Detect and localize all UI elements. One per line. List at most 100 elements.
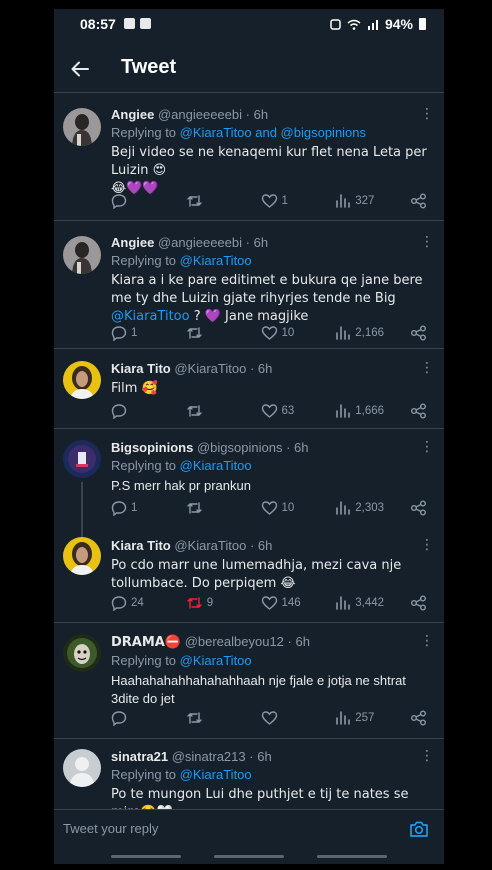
replying-label: Replying to — [111, 653, 177, 668]
views-count: 2,303 — [355, 502, 385, 514]
retweet-button[interactable] — [186, 325, 252, 341]
share-button[interactable] — [410, 595, 428, 611]
avatar[interactable] — [63, 108, 101, 146]
replying-to: Replying to @KiaraTitoo and @bigsopinion… — [111, 124, 432, 141]
retweet-button[interactable]: 9 — [186, 595, 252, 611]
reply-button[interactable] — [111, 193, 177, 209]
views-count: 3,442 — [355, 597, 385, 609]
nav-home-bar[interactable] — [213, 855, 284, 858]
more-button[interactable]: ⋮ — [420, 536, 434, 552]
share-button[interactable] — [410, 193, 428, 209]
retweet-icon — [187, 405, 202, 417]
system-nav-bar — [54, 849, 444, 864]
like-button[interactable] — [261, 710, 327, 726]
tweet-item[interactable]: Kiara Tito @KiaraTitoo · 6h Film 🥰 ⋮ 63 … — [54, 349, 444, 429]
views-button[interactable]: 257 — [335, 710, 401, 726]
tweet-item[interactable]: Angiee @angieeeeebi · 6h Replying to @Ki… — [54, 221, 444, 349]
retweet-button[interactable] — [186, 403, 252, 419]
author-handle: @bigsopinions — [196, 440, 283, 455]
author-name[interactable]: Kiara Tito — [111, 538, 171, 553]
tweet-item[interactable]: Bigsopinions @bigsopinions · 6h Replying… — [54, 429, 444, 540]
retweet-button[interactable] — [186, 500, 252, 516]
reply-button[interactable] — [111, 710, 177, 726]
reply-mention[interactable]: @KiaraTitoo — [180, 653, 252, 668]
share-button[interactable] — [410, 710, 428, 726]
share-button[interactable] — [410, 325, 428, 341]
views-icon — [336, 501, 351, 515]
avatar[interactable] — [63, 634, 101, 672]
more-button[interactable]: ⋮ — [420, 632, 434, 648]
views-button[interactable]: 1,666 — [335, 403, 401, 419]
share-icon — [411, 710, 426, 726]
reply-button[interactable]: 1 — [111, 325, 177, 341]
more-button[interactable]: ⋮ — [420, 359, 434, 375]
camera-button[interactable] — [408, 818, 430, 840]
tweet-time: 6h — [253, 235, 269, 250]
author-name[interactable]: DRAMA⛔ — [111, 635, 181, 650]
views-button[interactable]: 2,166 — [335, 325, 401, 341]
replying-to: Replying to @KiaraTitoo — [111, 457, 432, 474]
reply-mention[interactable]: @KiaraTitoo and @bigsopinions — [180, 125, 366, 140]
retweet-button[interactable] — [186, 193, 252, 209]
reply-button[interactable]: 24 — [111, 595, 177, 611]
like-button[interactable]: 146 — [261, 595, 327, 611]
author-name[interactable]: Kiara Tito — [111, 361, 171, 376]
reply-button[interactable]: 1 — [111, 500, 177, 516]
author-name[interactable]: Angiee — [111, 235, 154, 250]
tweet-item[interactable]: sinatra21 @sinatra213 · 6h Replying to @… — [54, 739, 444, 820]
replying-to: Replying to @KiaraTitoo — [111, 252, 432, 269]
author-name[interactable]: Angiee — [111, 107, 154, 122]
share-button[interactable] — [410, 500, 428, 516]
reply-button[interactable] — [111, 403, 177, 419]
views-button[interactable]: 3,442 — [335, 595, 401, 611]
tweet-item[interactable]: DRAMA⛔ @berealbeyou12 · 6h Replying to @… — [54, 623, 444, 739]
more-icon: ⋮ — [420, 359, 434, 375]
tweet-item[interactable]: Kiara Tito @KiaraTitoo · 6h Po cdo marr … — [54, 527, 444, 623]
avatar[interactable] — [63, 537, 101, 575]
reply-icon — [111, 326, 127, 341]
tweet-actions: 1 10 2,166 — [111, 322, 428, 344]
more-button[interactable]: ⋮ — [420, 747, 434, 763]
share-icon — [411, 595, 426, 611]
views-icon — [336, 404, 351, 418]
more-button[interactable]: ⋮ — [420, 233, 434, 249]
nav-back-bar[interactable] — [317, 855, 388, 858]
avatar[interactable] — [63, 749, 101, 787]
reply-icon — [111, 194, 127, 209]
like-button[interactable]: 1 — [261, 193, 327, 209]
author-name[interactable]: Bigsopinions — [111, 440, 193, 455]
more-icon: ⋮ — [420, 536, 434, 552]
header: Tweet — [54, 47, 444, 93]
avatar[interactable] — [63, 361, 101, 399]
views-button[interactable]: 2,303 — [335, 500, 401, 516]
avatar[interactable] — [63, 236, 101, 274]
like-button[interactable]: 10 — [261, 500, 327, 516]
reply-count: 1 — [131, 502, 138, 514]
retweet-icon — [187, 712, 202, 724]
tweet-text: Film 🥰 — [111, 381, 158, 396]
back-button[interactable] — [66, 55, 94, 83]
reply-input[interactable]: Tweet your reply — [63, 821, 158, 836]
more-icon: ⋮ — [420, 233, 434, 249]
views-icon — [336, 194, 351, 208]
nav-recent-bar[interactable] — [110, 855, 181, 858]
more-button[interactable]: ⋮ — [420, 438, 434, 454]
author-name[interactable]: sinatra21 — [111, 749, 168, 764]
retweet-button[interactable] — [186, 710, 252, 726]
like-button[interactable]: 10 — [261, 325, 327, 341]
reply-mention[interactable]: @KiaraTitoo — [180, 253, 252, 268]
separator: · — [249, 361, 255, 376]
replying-label: Replying to — [111, 767, 177, 782]
reply-mention[interactable]: @KiaraTitoo — [180, 458, 252, 473]
more-button[interactable]: ⋮ — [420, 105, 434, 121]
notification-icons — [124, 18, 151, 29]
gallery-icon — [140, 18, 151, 29]
like-count: 10 — [281, 502, 295, 514]
reply-mention[interactable]: @KiaraTitoo — [180, 767, 252, 782]
tweet-item[interactable]: Angiee @angieeeeebi · 6h Replying to @Ki… — [54, 93, 444, 221]
like-button[interactable]: 63 — [261, 403, 327, 419]
signal-icon — [367, 19, 378, 30]
share-button[interactable] — [410, 403, 428, 419]
avatar[interactable] — [63, 440, 101, 478]
views-button[interactable]: 327 — [335, 193, 401, 209]
